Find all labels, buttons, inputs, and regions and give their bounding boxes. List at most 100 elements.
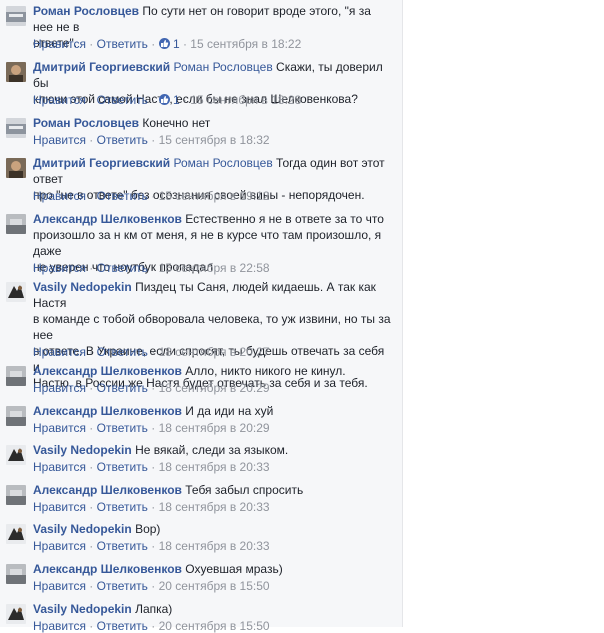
reply-button[interactable]: Ответить bbox=[97, 93, 148, 107]
author-link[interactable]: Александр Шелковенков bbox=[33, 212, 182, 226]
comment-actions: Нравится · Ответить · 18 сентября в 20:3… bbox=[33, 539, 270, 553]
like-button[interactable]: Нравится bbox=[33, 579, 86, 593]
reply-button[interactable]: Ответить bbox=[97, 381, 148, 395]
comment-line: Роман Рословцев По сути нет он говорит в… bbox=[33, 3, 392, 35]
comment-line: Дмитрий Георгиевский Роман Рословцев Тог… bbox=[33, 155, 392, 187]
like-button[interactable]: Нравится bbox=[33, 93, 86, 107]
comment-actions: Нравится · Ответить · 18 сентября в 20:3… bbox=[33, 500, 270, 514]
reply-button[interactable]: Ответить bbox=[97, 500, 148, 514]
comment-line: Александр Шелковенков Тебя забыл спросит… bbox=[33, 482, 392, 498]
like-button[interactable]: Нравится bbox=[33, 189, 86, 203]
comment-actions: Нравится · Ответить · 18 сентября в 20:3… bbox=[33, 460, 270, 474]
author-link[interactable]: Александр Шелковенков bbox=[33, 364, 182, 378]
timestamp[interactable]: 18 сентября в 20:33 bbox=[159, 460, 270, 474]
comment-line: Роман Рословцев Конечно нет bbox=[33, 115, 392, 131]
avatar[interactable] bbox=[6, 6, 26, 26]
comment-body: Vasily Nedopekin Вор) bbox=[33, 521, 392, 537]
comment-body: Vasily Nedopekin Лапка) bbox=[33, 601, 392, 617]
avatar[interactable] bbox=[6, 118, 26, 138]
comment-text: Лапка) bbox=[135, 602, 173, 616]
timestamp[interactable]: 15 сентября в 18:23 bbox=[190, 93, 301, 107]
comment-text: в команде с тобой обворовала человека, т… bbox=[33, 312, 391, 342]
avatar[interactable] bbox=[6, 524, 26, 544]
like-button[interactable]: Нравится bbox=[33, 345, 86, 359]
avatar[interactable] bbox=[6, 214, 26, 234]
author-link[interactable]: Vasily Nedopekin bbox=[33, 280, 132, 294]
comment-line: Александр Шелковенков Охуевшая мразь) bbox=[33, 561, 392, 577]
timestamp[interactable]: 15 сентября в 22:58 bbox=[159, 261, 270, 275]
author-link[interactable]: Vasily Nedopekin bbox=[33, 443, 132, 457]
like-button[interactable]: Нравится bbox=[33, 133, 86, 147]
comment-body: Vasily Nedopekin Не вякай, следи за язык… bbox=[33, 442, 392, 458]
thumbs-up-icon bbox=[158, 94, 170, 105]
comment-text: Не вякай, следи за языком. bbox=[135, 443, 289, 457]
like-button[interactable]: Нравится bbox=[33, 500, 86, 514]
reply-button[interactable]: Ответить bbox=[97, 345, 148, 359]
timestamp[interactable]: 15 сентября в 18:32 bbox=[159, 133, 270, 147]
like-button[interactable]: Нравится bbox=[33, 381, 86, 395]
avatar[interactable] bbox=[6, 158, 26, 178]
comment-line: Александр Шелковенков Естественно я не в… bbox=[33, 211, 392, 227]
author-link[interactable]: Александр Шелковенков bbox=[33, 404, 182, 418]
reply-button[interactable]: Ответить bbox=[97, 133, 148, 147]
comment-body: Александр Шелковенков Алло, никто никого… bbox=[33, 363, 392, 379]
avatar[interactable] bbox=[6, 445, 26, 465]
timestamp[interactable]: 18 сентября в 20:29 bbox=[159, 381, 270, 395]
author-link[interactable]: Александр Шелковенков bbox=[33, 562, 182, 576]
reply-button[interactable]: Ответить bbox=[97, 189, 148, 203]
avatar[interactable] bbox=[6, 406, 26, 426]
like-button[interactable]: Нравится bbox=[33, 37, 86, 51]
timestamp[interactable]: 15 сентября в 19:12 bbox=[159, 189, 270, 203]
avatar[interactable] bbox=[6, 366, 26, 386]
comment-actions: Нравится · Ответить · 15 сентября в 18:3… bbox=[33, 133, 270, 147]
timestamp[interactable]: 18 сентября в 20:29 bbox=[159, 421, 270, 435]
timestamp[interactable]: 20 сентября в 15:50 bbox=[159, 579, 270, 593]
comment-actions: Нравится · Ответить · 20 сентября в 15:5… bbox=[33, 579, 270, 593]
timestamp[interactable]: 18 сентября в 20:27 bbox=[159, 345, 270, 359]
comment-text: Алло, никто никого не кинул. bbox=[185, 364, 346, 378]
avatar[interactable] bbox=[6, 564, 26, 584]
comment-text: Вор) bbox=[135, 522, 161, 536]
comment-actions: Нравится · Ответить · 18 сентября в 20:2… bbox=[33, 345, 270, 359]
reply-button[interactable]: Ответить bbox=[97, 421, 148, 435]
mention-link[interactable]: Роман Рословцев bbox=[174, 156, 273, 170]
like-button[interactable]: Нравится bbox=[33, 539, 86, 553]
avatar[interactable] bbox=[6, 62, 26, 82]
comment-actions: Нравится · Ответить · 15 сентября в 22:5… bbox=[33, 261, 270, 275]
author-link[interactable]: Vasily Nedopekin bbox=[33, 522, 132, 536]
reply-button[interactable]: Ответить bbox=[97, 460, 148, 474]
like-button[interactable]: Нравится bbox=[33, 619, 86, 633]
avatar[interactable] bbox=[6, 282, 26, 302]
mention-link[interactable]: Роман Рословцев bbox=[174, 60, 273, 74]
like-button[interactable]: Нравится bbox=[33, 261, 86, 275]
author-link[interactable]: Vasily Nedopekin bbox=[33, 602, 132, 616]
author-link[interactable]: Роман Рословцев bbox=[33, 116, 139, 130]
comment-text: Охуевшая мразь) bbox=[185, 562, 283, 576]
like-count[interactable]: 1 bbox=[173, 37, 180, 51]
author-link[interactable]: Роман Рословцев bbox=[33, 4, 139, 18]
avatar[interactable] bbox=[6, 604, 26, 624]
reply-button[interactable]: Ответить bbox=[97, 579, 148, 593]
comment-actions: Нравится · Ответить · 18 сентября в 20:2… bbox=[33, 421, 270, 435]
like-button[interactable]: Нравится bbox=[33, 460, 86, 474]
comment-body: Александр Шелковенков Тебя забыл спросит… bbox=[33, 482, 392, 498]
timestamp[interactable]: 18 сентября в 20:33 bbox=[159, 500, 270, 514]
reply-button[interactable]: Ответить bbox=[97, 619, 148, 633]
thumbs-up-icon bbox=[158, 38, 170, 49]
comment-actions: Нравится · Ответить · 1 · 15 сентября в … bbox=[33, 93, 302, 107]
author-link[interactable]: Дмитрий Георгиевский bbox=[33, 60, 170, 74]
comment-line: произошло за н км от меня, я не в курсе … bbox=[33, 227, 392, 259]
author-link[interactable]: Дмитрий Георгиевский bbox=[33, 156, 170, 170]
comment-body: Александр Шелковенков И да иди на хуй bbox=[33, 403, 392, 419]
like-button[interactable]: Нравится bbox=[33, 421, 86, 435]
like-count[interactable]: 1 bbox=[173, 93, 180, 107]
timestamp[interactable]: 15 сентября в 18:22 bbox=[190, 37, 301, 51]
timestamp[interactable]: 20 сентября в 15:50 bbox=[159, 619, 270, 633]
timestamp[interactable]: 18 сентября в 20:33 bbox=[159, 539, 270, 553]
author-link[interactable]: Александр Шелковенков bbox=[33, 483, 182, 497]
avatar[interactable] bbox=[6, 485, 26, 505]
comment-line: в команде с тобой обворовала человека, т… bbox=[33, 311, 392, 343]
reply-button[interactable]: Ответить bbox=[97, 37, 148, 51]
reply-button[interactable]: Ответить bbox=[97, 539, 148, 553]
reply-button[interactable]: Ответить bbox=[97, 261, 148, 275]
